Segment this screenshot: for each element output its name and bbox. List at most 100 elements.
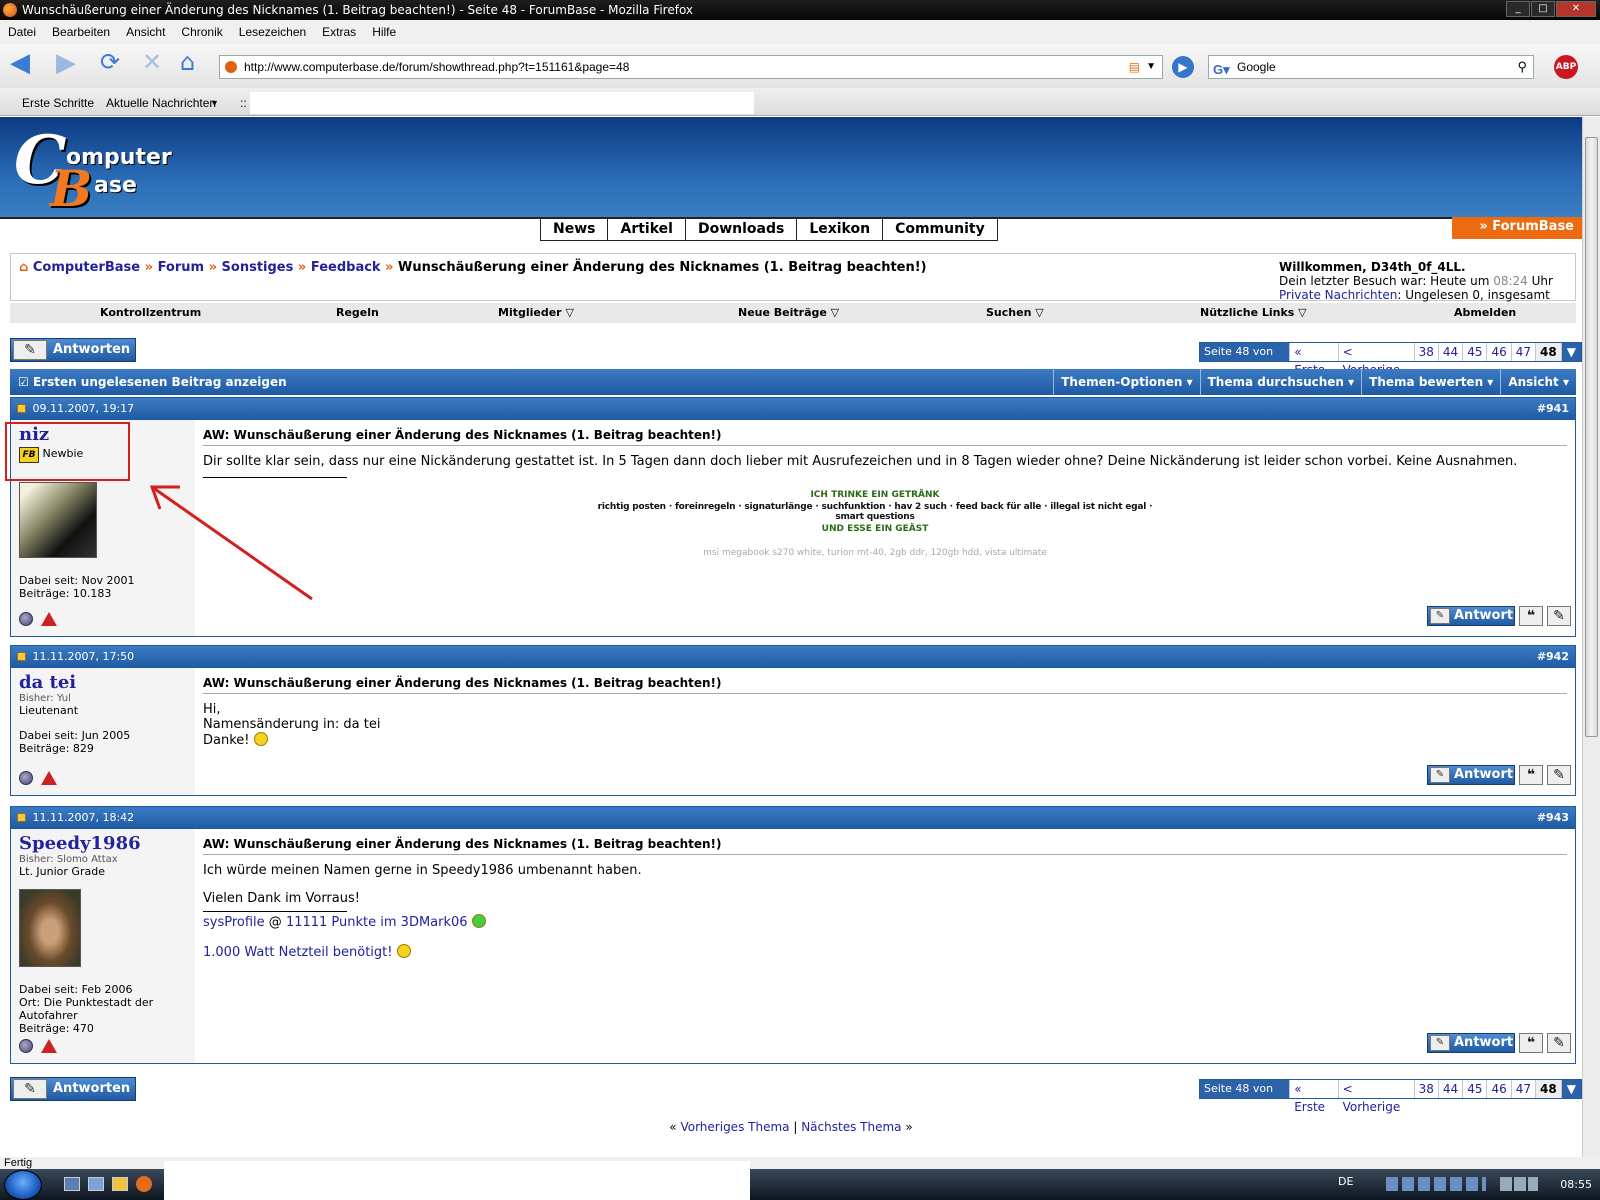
folder-icon[interactable] (112, 1177, 128, 1191)
google-icon[interactable]: G▾ (1213, 59, 1230, 81)
thread-options-menu[interactable]: Themen-Optionen ▾ (1053, 369, 1199, 395)
page-45[interactable]: 45 (1463, 1080, 1488, 1098)
quote-icon[interactable]: ❝ (1519, 765, 1543, 785)
edit-icon[interactable]: ✎ (1547, 1033, 1571, 1053)
stop-icon[interactable]: ✕ (142, 48, 162, 76)
computerbase-logo[interactable]: C omputer B ase (14, 121, 172, 218)
nav-nuetzliche-links[interactable]: Nützliche Links ▽ (1200, 303, 1307, 323)
crumb-sonstiges[interactable]: Sonstiges (222, 260, 294, 275)
menu-chronik[interactable]: Chronik (181, 25, 222, 39)
first-unread-link[interactable]: ☑ Ersten ungelesenen Beitrag anzeigen (18, 369, 287, 395)
nav-mitglieder[interactable]: Mitglieder ▽ (498, 303, 574, 323)
nav-suchen[interactable]: Suchen ▽ (986, 303, 1044, 323)
page-46[interactable]: 46 (1487, 343, 1512, 361)
tab-artikel[interactable]: Artikel (608, 219, 686, 240)
go-button[interactable]: ▶ (1172, 56, 1194, 78)
menu-extras[interactable]: Extras (322, 25, 356, 39)
next-thread-link[interactable]: Nächstes Thema (801, 1120, 901, 1134)
page-first[interactable]: « Erste (1290, 343, 1339, 377)
sysprofile-link[interactable]: sysProfile (203, 915, 265, 930)
private-messages-link[interactable]: Private Nachrichten (1279, 288, 1397, 302)
page-prev[interactable]: < Vorherige (1338, 343, 1415, 377)
language-indicator[interactable]: DE (1338, 1175, 1353, 1188)
page-first[interactable]: « Erste (1290, 1080, 1339, 1114)
edit-icon[interactable]: ✎ (1547, 765, 1571, 785)
scrollbar-thumb[interactable] (1585, 137, 1598, 737)
chevron-down-icon[interactable]: ▼ (210, 98, 219, 108)
menu-datei[interactable]: Datei (8, 25, 36, 39)
switch-windows-icon[interactable] (88, 1177, 104, 1191)
chevron-down-icon[interactable]: ▼ (1561, 343, 1581, 361)
report-icon[interactable] (41, 771, 57, 785)
url-dropdown-icon[interactable]: ▼ (1146, 56, 1156, 78)
page-47[interactable]: 47 (1511, 343, 1537, 361)
adblock-icon[interactable]: ABP (1554, 55, 1578, 79)
bookmark-aktuelle-nachrichten[interactable]: Aktuelle Nachrichten (106, 96, 216, 110)
report-icon[interactable] (41, 1039, 57, 1053)
menu-ansicht[interactable]: Ansicht (126, 25, 165, 39)
avatar[interactable] (19, 889, 81, 967)
tab-community[interactable]: Community (883, 219, 997, 240)
page-38[interactable]: 38 (1414, 343, 1439, 361)
3dmark-link[interactable]: 11111 Punkte im 3DMark06 (286, 915, 468, 930)
search-icon[interactable]: ⚲ (1517, 56, 1527, 78)
search-bar[interactable]: G▾ Google ⚲ (1208, 55, 1534, 79)
chevron-down-icon[interactable]: ▼ (1561, 1080, 1581, 1098)
report-icon[interactable] (41, 612, 57, 626)
show-desktop-icon[interactable] (64, 1177, 80, 1191)
tab-news[interactable]: News (541, 219, 609, 240)
crumb-computerbase[interactable]: ComputerBase (33, 260, 140, 275)
reply-button-top[interactable]: ✎ Antworten (10, 338, 136, 362)
nav-regeln[interactable]: Regeln (336, 303, 379, 323)
rss-icon[interactable]: ▤ (1129, 56, 1140, 78)
crumb-forum[interactable]: Forum (158, 260, 205, 275)
username[interactable]: da tei (19, 672, 187, 693)
thread-rate-menu[interactable]: Thema bewerten ▾ (1361, 369, 1500, 395)
nav-abmelden[interactable]: Abmelden (1454, 303, 1516, 323)
forumbase-tab[interactable]: » ForumBase (1452, 217, 1582, 239)
clock[interactable]: 08:55 (1560, 1178, 1592, 1191)
page-38[interactable]: 38 (1414, 1080, 1439, 1098)
back-icon[interactable]: ◀ (10, 48, 30, 78)
forward-icon[interactable]: ▶ (56, 48, 76, 78)
page-46[interactable]: 46 (1487, 1080, 1512, 1098)
tray-icons[interactable] (1386, 1177, 1486, 1191)
post-number[interactable]: #943 (1537, 807, 1569, 829)
quote-icon[interactable]: ❝ (1519, 1033, 1543, 1053)
username[interactable]: Speedy1986 (19, 833, 187, 854)
close-button[interactable]: ✕ (1556, 1, 1596, 17)
thread-view-menu[interactable]: Ansicht ▾ (1500, 369, 1576, 395)
page-44[interactable]: 44 (1438, 343, 1464, 361)
post-number[interactable]: #942 (1537, 646, 1569, 668)
crumb-feedback[interactable]: Feedback (311, 260, 381, 275)
edit-icon[interactable]: ✎ (1547, 606, 1571, 626)
reply-button[interactable]: ✎ Antwort (1427, 1033, 1515, 1053)
menu-hilfe[interactable]: Hilfe (372, 25, 396, 39)
tray-system-icons[interactable] (1500, 1177, 1538, 1191)
page-prev[interactable]: < Vorherige (1338, 1080, 1415, 1114)
quote-icon[interactable]: ❝ (1519, 606, 1543, 626)
nav-kontrollzentrum[interactable]: Kontrollzentrum (100, 303, 201, 323)
avatar[interactable] (19, 482, 97, 558)
reload-icon[interactable]: ⟳ (100, 48, 120, 76)
previous-thread-link[interactable]: Vorheriges Thema (680, 1120, 789, 1134)
reply-button[interactable]: ✎ Antwort (1427, 765, 1515, 785)
menu-lesezeichen[interactable]: Lesezeichen (239, 25, 306, 39)
url-bar[interactable]: http://www.computerbase.de/forum/showthr… (219, 55, 1163, 79)
maximize-button[interactable]: □ (1531, 1, 1555, 17)
menu-bearbeiten[interactable]: Bearbeiten (52, 25, 110, 39)
tab-lexikon[interactable]: Lexikon (797, 219, 884, 240)
firefox-icon[interactable] (136, 1176, 152, 1192)
page-45[interactable]: 45 (1463, 343, 1488, 361)
nav-neue-beitraege[interactable]: Neue Beiträge ▽ (738, 303, 839, 323)
reply-button-bottom[interactable]: ✎ Antworten (10, 1077, 136, 1101)
vertical-scrollbar[interactable] (1582, 117, 1600, 1157)
bookmark-erste-schritte[interactable]: Erste Schritte (22, 96, 94, 110)
tab-downloads[interactable]: Downloads (686, 219, 798, 240)
minimize-button[interactable]: _ (1506, 1, 1530, 17)
start-button[interactable] (4, 1170, 42, 1200)
reply-button[interactable]: ✎ Antwort (1427, 606, 1515, 626)
thread-search-menu[interactable]: Thema durchsuchen ▾ (1199, 369, 1362, 395)
page-47[interactable]: 47 (1511, 1080, 1537, 1098)
page-44[interactable]: 44 (1438, 1080, 1464, 1098)
